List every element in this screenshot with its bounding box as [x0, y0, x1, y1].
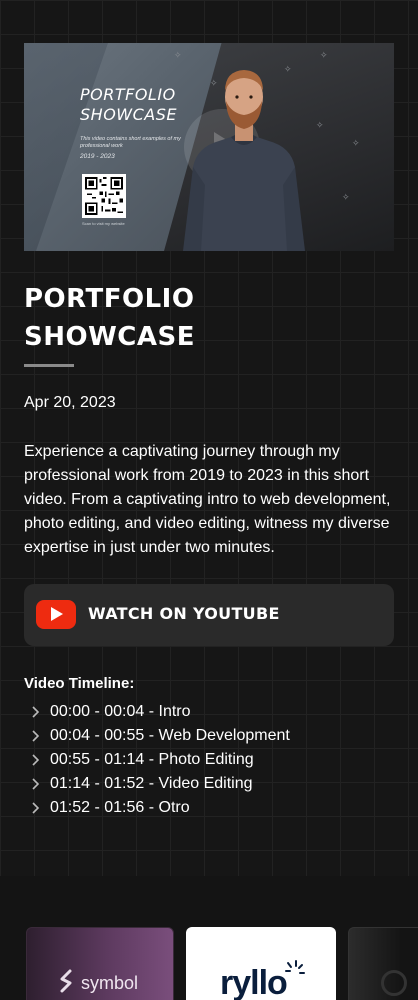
timeline-item: 00:00 - 00:04 - Intro — [30, 700, 290, 724]
timeline-item-label: 01:14 - 01:52 - Video Editing — [50, 775, 253, 792]
timeline-item: 01:52 - 01:56 - Otro — [30, 796, 290, 820]
page-title: PORTFOLIO SHOWCASE — [24, 284, 195, 352]
thumbnail-years: 2019 - 2023 — [80, 153, 115, 160]
sparkle-icon: ✧ — [352, 138, 360, 148]
qr-code — [82, 174, 126, 218]
carousel-card-ryllo[interactable]: ryllo — [186, 927, 336, 1000]
sparkle-icon: ✧ — [320, 50, 328, 60]
thumbnail-subtitle: This video contains short examples of my… — [80, 136, 181, 149]
youtube-play-icon — [36, 600, 76, 629]
timeline-item: 00:04 - 00:55 - Web Development — [30, 724, 290, 748]
chevron-right-icon — [32, 730, 40, 742]
symbol-logo-icon — [60, 969, 72, 993]
carousel-card-symbol[interactable]: symbol — [26, 927, 174, 1000]
qr-caption: Scan to visit my website — [82, 221, 125, 226]
sparkle-icon: ✧ — [316, 120, 324, 130]
chevron-right-icon — [32, 706, 40, 718]
timeline-item-label: 00:55 - 01:14 - Photo Editing — [50, 751, 254, 768]
carousel-card-partial[interactable] — [348, 927, 418, 1000]
timeline-item-label: 00:00 - 00:04 - Intro — [50, 703, 191, 720]
timeline-item-label: 00:04 - 00:55 - Web Development — [50, 727, 290, 744]
youtube-button-label: WATCH ON YOUTUBE — [88, 604, 280, 623]
sparkle-icon: ✧ — [342, 192, 350, 202]
logo-mark-icon — [381, 970, 407, 996]
video-description: Experience a captivating journey through… — [24, 443, 391, 556]
timeline-item: 01:14 - 01:52 - Video Editing — [30, 772, 290, 796]
ryllo-rays-icon — [285, 960, 305, 974]
video-thumbnail[interactable]: ✧ ✧ ✧ ✧ ✧ ✧ ✧ PORTFOLIO SHOWCASE This vi… — [24, 43, 394, 251]
timeline-item: 00:55 - 01:14 - Photo Editing — [30, 748, 290, 772]
timeline-list: 00:00 - 00:04 - Intro 00:04 - 00:55 - We… — [30, 700, 290, 820]
chevron-right-icon — [32, 754, 40, 766]
chevron-right-icon — [32, 802, 40, 814]
timeline-item-label: 01:52 - 01:56 - Otro — [50, 799, 190, 816]
presenter-photo — [183, 70, 305, 251]
ryllo-logo-text: ryllo — [220, 964, 288, 1000]
watch-on-youtube-button[interactable]: WATCH ON YOUTUBE — [24, 584, 394, 646]
symbol-logo-text: symbol — [81, 973, 139, 993]
chevron-right-icon — [32, 778, 40, 790]
post-date: Apr 20, 2023 — [24, 394, 116, 411]
title-divider — [24, 364, 74, 367]
timeline-heading: Video Timeline: — [24, 675, 135, 692]
